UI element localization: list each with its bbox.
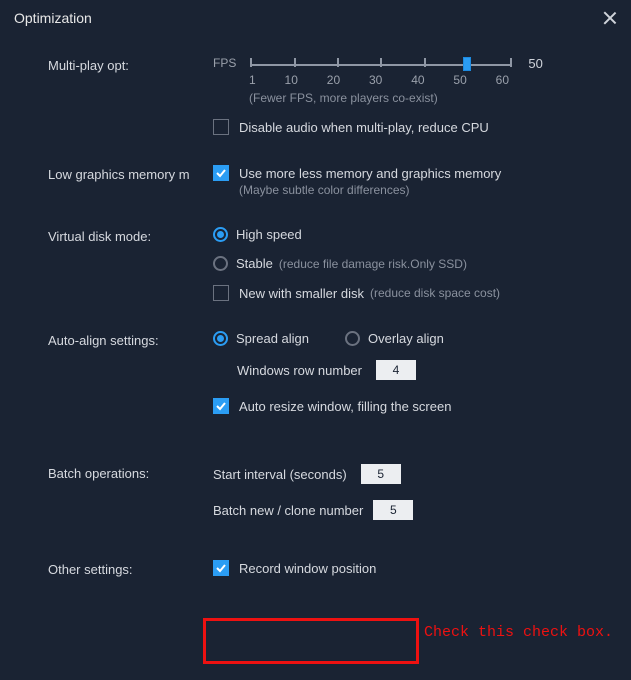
vdisk-high-label: High speed <box>236 227 302 242</box>
disable-audio-label: Disable audio when multi-play, reduce CP… <box>239 120 489 135</box>
other-label: Other settings: <box>48 560 213 577</box>
record-window-position-label: Record window position <box>239 561 376 576</box>
vdisk-new-small-label: New with smaller disk <box>239 286 364 301</box>
autoalign-label: Auto-align settings: <box>48 331 213 348</box>
use-less-memory-checkbox[interactable] <box>213 165 229 181</box>
section-multiplay: Multi-play opt: FPS 50 <box>48 56 603 135</box>
auto-resize-label: Auto resize window, filling the screen <box>239 399 451 414</box>
section-other: Other settings: Record window position <box>48 560 603 577</box>
annotation-text: Check this check box. <box>424 624 613 641</box>
vdisk-new-small-checkbox[interactable] <box>213 285 229 301</box>
use-less-memory-label: Use more less memory and graphics memory <box>239 166 501 181</box>
start-interval-input[interactable]: 5 <box>361 464 401 484</box>
spread-align-radio[interactable] <box>213 331 228 346</box>
overlay-align-label: Overlay align <box>368 331 444 346</box>
fps-slider[interactable] <box>250 61 510 71</box>
vdisk-high-radio[interactable] <box>213 227 228 242</box>
auto-resize-checkbox[interactable] <box>213 398 229 414</box>
spread-align-label: Spread align <box>236 331 309 346</box>
fps-hint: (Fewer FPS, more players co-exist) <box>249 91 603 105</box>
section-lowgfx: Low graphics memory m Use more less memo… <box>48 165 603 197</box>
rownum-label: Windows row number <box>237 363 362 378</box>
vdisk-stable-sub: (reduce file damage risk.Only SSD) <box>279 257 467 271</box>
lowgfx-hint: (Maybe subtle color differences) <box>239 183 603 197</box>
close-icon[interactable] <box>603 11 617 25</box>
annotation-box <box>203 618 419 664</box>
fps-value: 50 <box>528 56 542 71</box>
fps-label: FPS <box>213 56 236 70</box>
clone-number-input[interactable]: 5 <box>373 500 413 520</box>
fps-tick-labels: 1 10 20 30 40 50 60 <box>249 73 509 87</box>
batch-label: Batch operations: <box>48 464 213 481</box>
dialog-title: Optimization <box>14 10 603 26</box>
start-interval-label: Start interval (seconds) <box>213 467 347 482</box>
disable-audio-checkbox[interactable] <box>213 119 229 135</box>
vdisk-stable-label: Stable <box>236 256 273 271</box>
rownum-input[interactable]: 4 <box>376 360 416 380</box>
vdisk-new-small-sub: (reduce disk space cost) <box>370 286 500 300</box>
section-vdisk: Virtual disk mode: High speed Stable (re… <box>48 227 603 301</box>
multiplay-label: Multi-play opt: <box>48 56 213 73</box>
section-batch: Batch operations: Start interval (second… <box>48 464 603 520</box>
record-window-position-checkbox[interactable] <box>213 560 229 576</box>
titlebar: Optimization <box>0 0 631 36</box>
lowgfx-label: Low graphics memory m <box>48 165 213 182</box>
section-autoalign: Auto-align settings: Spread align Overla… <box>48 331 603 414</box>
clone-number-label: Batch new / clone number <box>213 503 363 518</box>
overlay-align-radio[interactable] <box>345 331 360 346</box>
vdisk-stable-radio[interactable] <box>213 256 228 271</box>
fps-slider-thumb[interactable] <box>463 57 471 71</box>
vdisk-label: Virtual disk mode: <box>48 227 213 244</box>
